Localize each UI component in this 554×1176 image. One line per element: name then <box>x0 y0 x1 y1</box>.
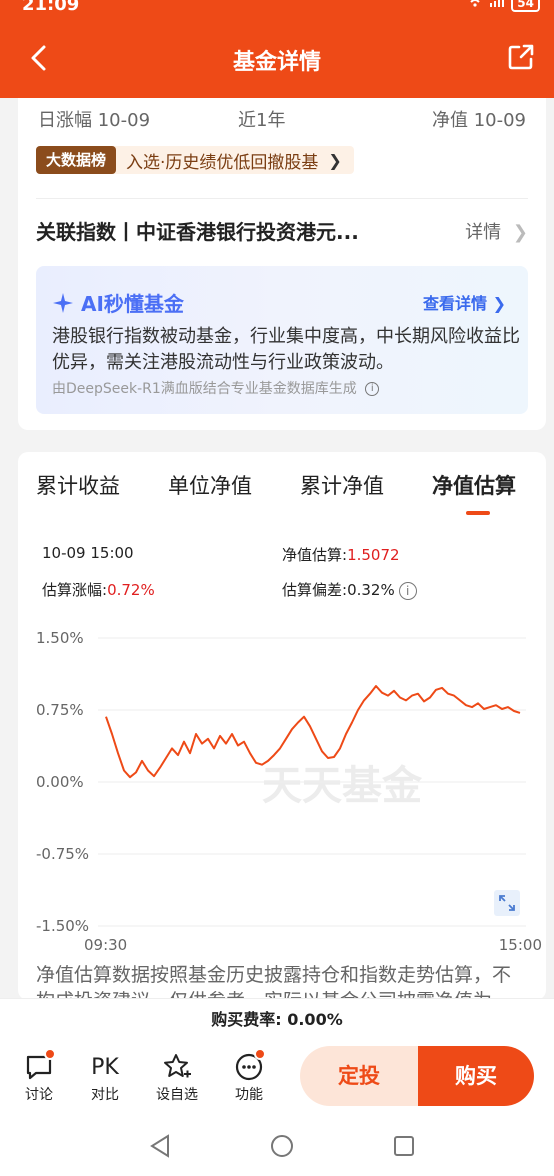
x-tick-end: 15:00 <box>499 936 542 952</box>
ranking-badge[interactable]: 大数据榜 入选·历史绩优低回撤股基 ❯ <box>36 146 354 174</box>
y-tick-label: 0.75% <box>36 701 84 719</box>
big-data-tag: 大数据榜 <box>36 146 117 174</box>
wifi-icon <box>467 0 483 11</box>
x-tick-start: 09:30 <box>84 936 127 952</box>
daily-change-label: 日涨幅 10-09 <box>38 110 151 131</box>
ai-summary-box: AI秒懂基金 查看详情 ❯ 港股银行指数被动基金，行业集中度高，中长期风险收益比… <box>36 266 528 414</box>
expand-icon[interactable] <box>494 890 520 916</box>
signal-icon <box>489 0 505 11</box>
pk-icon: PK <box>91 1054 119 1080</box>
summary-labels: 日涨幅 10-09 近1年 净值 10-09 <box>38 106 526 131</box>
more-label: 功能 <box>235 1087 263 1103</box>
info-icon[interactable]: i <box>365 382 380 396</box>
divider <box>36 198 528 199</box>
status-time: 21:09 <box>22 0 80 15</box>
nav-back-icon[interactable] <box>150 1134 169 1158</box>
ai-body: 港股银行指数被动基金，行业集中度高，中长期风险收益比优异，需关注港股流动性与行业… <box>52 326 520 373</box>
star-plus-icon <box>164 1054 191 1078</box>
system-nav-bar <box>0 1116 554 1176</box>
notification-dot <box>44 1048 56 1060</box>
more-functions-button[interactable]: 功能 <box>224 1048 274 1104</box>
ai-link-text: 查看详情 <box>423 294 488 313</box>
notification-dot <box>254 1048 266 1060</box>
related-index-row[interactable]: 关联指数丨中证香港银行投资港元... 详情 ❯ <box>36 216 528 246</box>
related-index-name: 关联指数丨中证香港银行投资港元... <box>36 220 359 244</box>
related-index-detail[interactable]: 详情 ❯ <box>465 218 528 244</box>
buy-button[interactable]: 购买 <box>418 1046 534 1106</box>
sparkle-icon <box>53 293 73 313</box>
nav-estimate-chart: 天天基金 1.50% 0.75% 0.00% -0.75% -1.50%09:30 15:0… <box>36 629 542 952</box>
estimate-footnote: 净值估算数据按照基金历史披露持仓和指数走势估算，不构成投资建议，仅供参考，实际以… <box>36 964 512 1000</box>
bottom-action-bar: 讨论 PK 对比 设自选 功能 定投 购买 <box>0 1040 554 1116</box>
y-tick-label: 0.00% <box>36 773 84 791</box>
compare-label: 对比 <box>91 1087 119 1103</box>
status-icons: 54 <box>467 0 540 12</box>
y-tick-label: -0.75% <box>36 845 89 863</box>
add-watchlist-button[interactable]: 设自选 <box>152 1050 202 1104</box>
y-tick-label: 1.50% <box>36 629 84 647</box>
ai-title: AI秒懂基金 <box>52 288 184 317</box>
chevron-right-icon: ❯ <box>328 150 342 170</box>
battery-icon: 54 <box>511 0 540 12</box>
status-bar: 21:09 54 <box>0 0 554 18</box>
ranking-text: 入选·历史绩优低回撤股基 <box>126 152 319 173</box>
discuss-label: 讨论 <box>25 1087 53 1103</box>
watch-label: 设自选 <box>156 1087 198 1103</box>
nav-recents-icon[interactable] <box>394 1136 414 1156</box>
share-icon <box>508 44 534 70</box>
ai-title-text: AI秒懂基金 <box>80 292 184 316</box>
purchase-fee: 购买费率: 0.00% <box>0 998 554 1040</box>
nav-home-icon[interactable] <box>271 1135 293 1157</box>
ai-source-text: 由DeepSeek-R1满血版结合专业基金数据库生成 <box>52 381 357 397</box>
period-label: 近1年 <box>238 110 286 131</box>
nav-label: 净值 10-09 <box>431 110 526 131</box>
detail-label: 详情 <box>465 222 502 243</box>
chart-watermark: 天天基金 <box>262 762 423 809</box>
ai-detail-link[interactable]: 查看详情 ❯ <box>423 290 506 314</box>
fund-summary-card: 日涨幅 10-09 近1年 净值 10-09 大数据榜 入选·历史绩优低回撤股基… <box>18 98 546 430</box>
ai-source: 由DeepSeek-R1满血版结合专业基金数据库生成 i <box>52 378 380 398</box>
page-title: 基金详情 <box>232 50 321 75</box>
discuss-button[interactable]: 讨论 <box>14 1048 64 1104</box>
app-header: 基金详情 <box>0 18 554 98</box>
y-tick-label: -1.50% <box>36 917 89 935</box>
compare-button[interactable]: PK 对比 <box>80 1050 130 1104</box>
share-button[interactable] <box>506 42 536 72</box>
chart-card: 累计收益 单位净值 累计净值 净值估算 10-09 15:00 净值估算:1.5… <box>18 452 546 1000</box>
chevron-right-icon: ❯ <box>492 294 506 313</box>
auto-invest-button[interactable]: 定投 <box>300 1046 418 1106</box>
chevron-right-icon: ❯ <box>512 222 528 243</box>
